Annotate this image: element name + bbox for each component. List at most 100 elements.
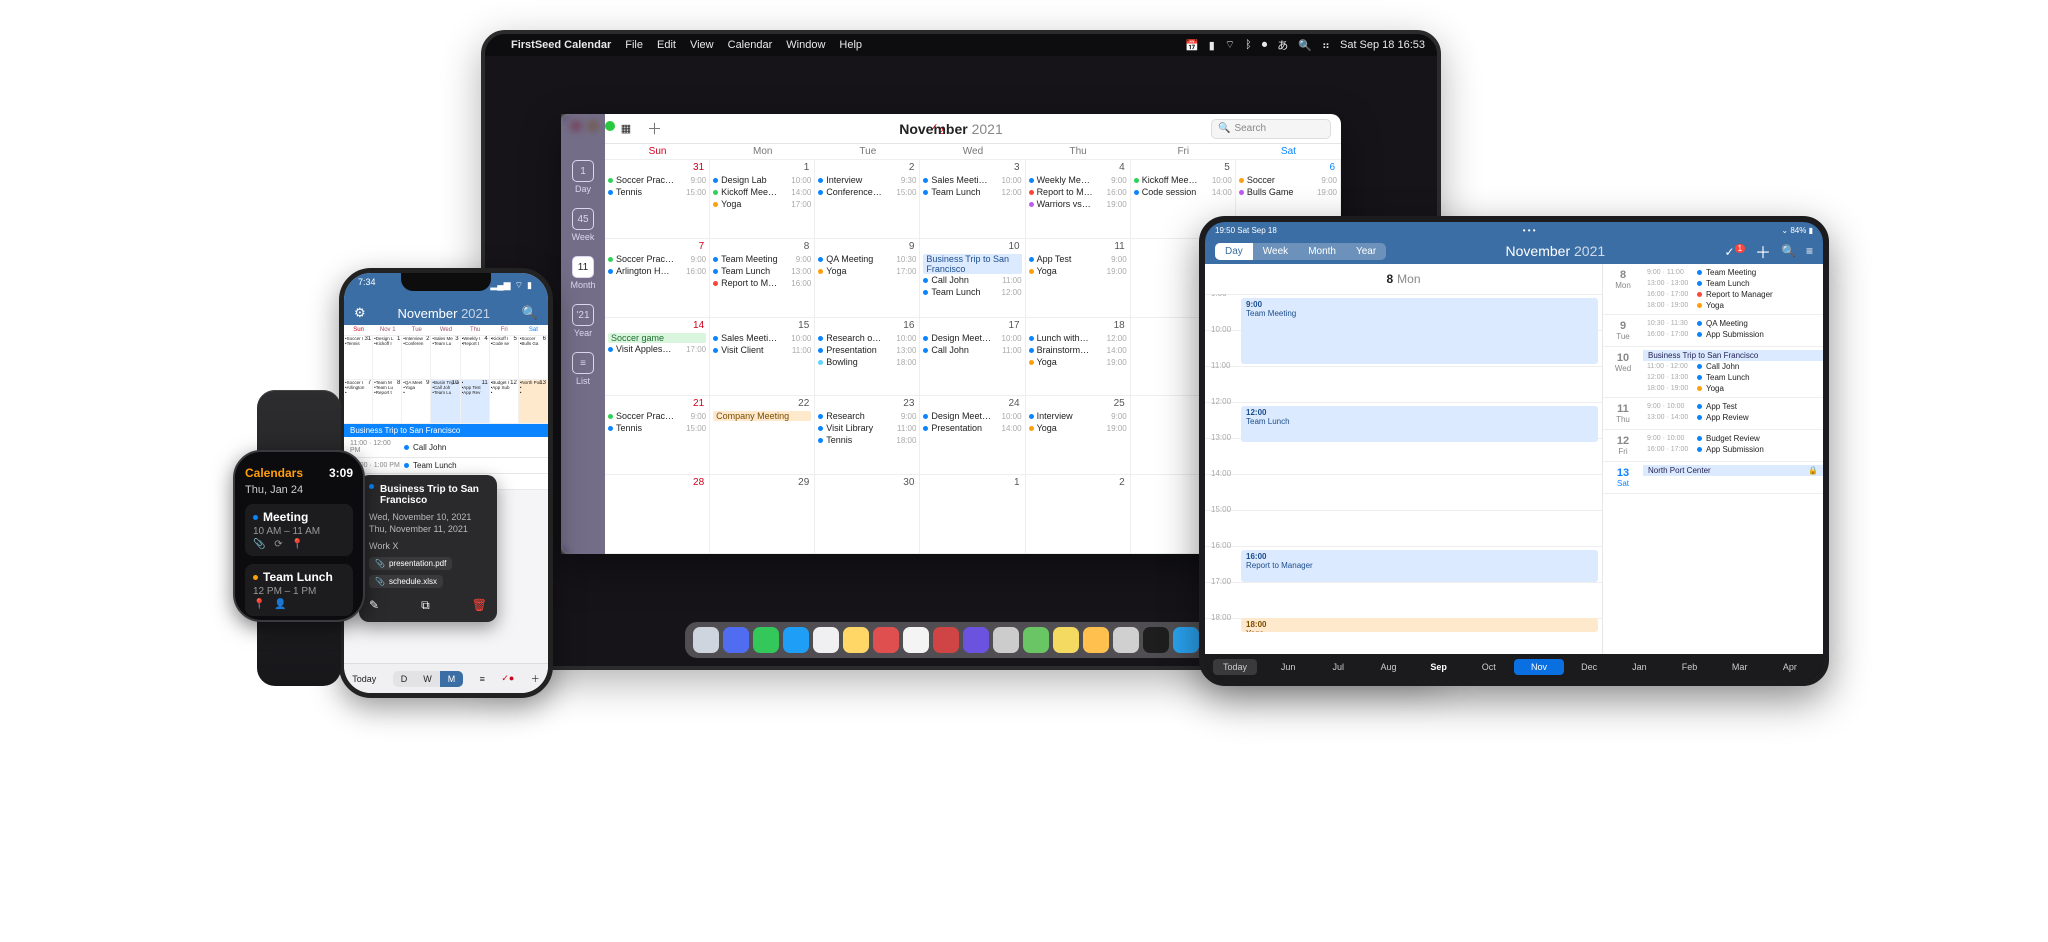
seg-day[interactable]: Day: [1215, 243, 1253, 260]
today-button[interactable]: Today: [1213, 659, 1257, 675]
day-cell[interactable]: 29: [710, 475, 815, 554]
day-cell[interactable]: 2Interview9:30Conference…15:00: [815, 160, 920, 239]
day-cell[interactable]: 8Team Meeting9:00Team Lunch13:00Report t…: [710, 239, 815, 318]
list-event[interactable]: 18:00 · 19:00Yoga: [1643, 300, 1823, 311]
view-year[interactable]: '21Year: [567, 304, 599, 338]
month-scrubber[interactable]: Today JunJulAugSepOctNovDecJanFebMarApr: [1205, 654, 1823, 680]
settings-icon[interactable]: ⚙: [354, 305, 366, 321]
day-cell[interactable]: 1: [920, 475, 1025, 554]
event-row[interactable]: Visit Client11:00: [713, 345, 811, 356]
dock-app[interactable]: [1113, 627, 1139, 653]
month-Nov[interactable]: Nov: [1514, 659, 1564, 675]
list-event[interactable]: 9:00 · 10:00App Test: [1643, 401, 1823, 412]
menu-window[interactable]: Window: [786, 39, 825, 51]
dock-app[interactable]: [1023, 627, 1049, 653]
day-cell[interactable]: 23Research9:00Visit Library11:00Tennis18…: [815, 396, 920, 475]
event-row[interactable]: Team Lunch13:00: [713, 266, 811, 277]
month-Sep[interactable]: Sep: [1414, 659, 1464, 675]
app-name[interactable]: FirstSeed Calendar: [511, 39, 611, 51]
day-cell[interactable]: 14Soccer gameVisit Apples…17:00: [605, 318, 710, 397]
day-cell[interactable]: 31Soccer Prac…9:00Tennis15:00: [605, 160, 710, 239]
mini-day[interactable]: 1•Design L•Kickoff I: [373, 336, 402, 380]
dock-app[interactable]: [933, 627, 959, 653]
day-cell[interactable]: 22Company Meeting: [710, 396, 815, 475]
event-row[interactable]: Design Meet…10:00: [923, 333, 1021, 344]
event-row[interactable]: Report to M…16:00: [713, 278, 811, 289]
event-row[interactable]: Yoga19:00: [1029, 357, 1127, 368]
view-month[interactable]: 11Month: [567, 256, 599, 290]
event-row[interactable]: QA Meeting10:30: [818, 254, 916, 265]
month-Jan[interactable]: Jan: [1614, 659, 1664, 675]
dock-app[interactable]: [783, 627, 809, 653]
mini-day[interactable]: 9•QA Meet•Yoga•: [402, 380, 431, 424]
new-event-icon[interactable]: ＋: [647, 118, 662, 139]
view-week[interactable]: 45Week: [567, 208, 599, 242]
event-row[interactable]: Warriors vs…19:00: [1029, 199, 1127, 210]
schedule-block[interactable]: 12:00Team Lunch: [1241, 406, 1598, 442]
sidebar-toggle-icon[interactable]: ▦: [615, 122, 637, 135]
dock-app[interactable]: [873, 627, 899, 653]
day-cell[interactable]: 3Sales Meeti…10:00Team Lunch12:00: [920, 160, 1025, 239]
event-row[interactable]: Research o…10:00: [818, 333, 916, 344]
menu-view[interactable]: View: [690, 39, 714, 51]
schedule-block[interactable]: 18:00Yoga: [1241, 618, 1598, 632]
month-Aug[interactable]: Aug: [1363, 659, 1413, 675]
user-icon[interactable]: ⏺: [1262, 39, 1268, 52]
event-row[interactable]: Team Meeting9:00: [713, 254, 811, 265]
list-event[interactable]: 9:00 · 10:00Budget Review: [1643, 433, 1823, 444]
dock-app[interactable]: [723, 627, 749, 653]
ime-icon[interactable]: あ: [1277, 37, 1288, 53]
mini-day[interactable]: 5•Kickoff I•Code se: [490, 336, 519, 380]
event-row[interactable]: Bowling18:00: [818, 357, 916, 368]
event-row[interactable]: Call John11:00: [923, 275, 1021, 286]
dock-app[interactable]: [1083, 627, 1109, 653]
seg-month[interactable]: Month: [1298, 243, 1346, 260]
event-row[interactable]: Interview9:00: [1029, 411, 1127, 422]
duplicate-icon[interactable]: ⧉: [421, 598, 430, 613]
seg-week[interactable]: Week: [1253, 243, 1298, 260]
day-cell[interactable]: 17Design Meet…10:00Call John11:00: [920, 318, 1025, 397]
event-row[interactable]: App Test9:00: [1029, 254, 1127, 265]
event-row[interactable]: Brainstorm…14:00: [1029, 345, 1127, 356]
event-row[interactable]: Interview9:30: [818, 175, 916, 186]
schedule-block[interactable]: 9:00Team Meeting: [1241, 298, 1598, 364]
attachment[interactable]: 📎schedule.xlsx: [369, 575, 443, 588]
search-icon[interactable]: 🔍: [522, 305, 538, 321]
mini-day[interactable]: 12•Budget I•App Sub•: [490, 380, 519, 424]
mini-day[interactable]: 3•Sales Me•Team Lu: [431, 336, 460, 380]
add-icon[interactable]: ＋: [1755, 239, 1771, 263]
dock-app[interactable]: [753, 627, 779, 653]
event-row[interactable]: Sales Meeti…10:00: [713, 333, 811, 344]
mini-day[interactable]: 2•Interview•Conferen: [402, 336, 431, 380]
view-list[interactable]: ≡List: [567, 352, 599, 386]
hour-schedule[interactable]: 9:0010:0011:0012:0013:0014:0015:0016:001…: [1205, 294, 1602, 654]
allday-event[interactable]: Business Trip to San Francisco: [1643, 350, 1823, 361]
dock-app[interactable]: [963, 627, 989, 653]
event-row[interactable]: Yoga19:00: [1029, 423, 1127, 434]
event-row[interactable]: Yoga19:00: [1029, 266, 1127, 277]
month-Feb[interactable]: Feb: [1664, 659, 1714, 675]
month-Oct[interactable]: Oct: [1464, 659, 1514, 675]
event-row[interactable]: Report to M…16:00: [1029, 187, 1127, 198]
list-icon[interactable]: ≡: [480, 674, 485, 684]
allday-event[interactable]: Soccer game: [608, 333, 706, 343]
list-event[interactable]: 16:00 · 17:00App Submission: [1643, 444, 1823, 455]
event-row[interactable]: Team Lunch12:00: [923, 287, 1021, 298]
event-row[interactable]: Team Lunch12:00: [923, 187, 1021, 198]
event-row[interactable]: Kickoff Mee…14:00: [713, 187, 811, 198]
calendar-menu-icon[interactable]: 📅: [1185, 39, 1199, 52]
month-Jun[interactable]: Jun: [1263, 659, 1313, 675]
dock-app[interactable]: [1143, 627, 1169, 653]
seg-W[interactable]: W: [415, 671, 440, 687]
mini-day[interactable]: 13•North Port••: [519, 380, 548, 424]
day-cell[interactable]: 30: [815, 475, 920, 554]
day-cell[interactable]: 28: [605, 475, 710, 554]
event-row[interactable]: Design Lab10:00: [713, 175, 811, 186]
event-row[interactable]: Sales Meeti…10:00: [923, 175, 1021, 186]
list-event[interactable]: 12:00 · 13:00Team Lunch: [1643, 372, 1823, 383]
day-cell[interactable]: 7Soccer Prac…9:00Arlington H…16:00: [605, 239, 710, 318]
list-event[interactable]: 10:30 · 11:30QA Meeting: [1643, 318, 1823, 329]
event-row[interactable]: Presentation14:00: [923, 423, 1021, 434]
cc-icon[interactable]: ⠶: [1322, 39, 1330, 52]
dock-app[interactable]: [1173, 627, 1199, 653]
